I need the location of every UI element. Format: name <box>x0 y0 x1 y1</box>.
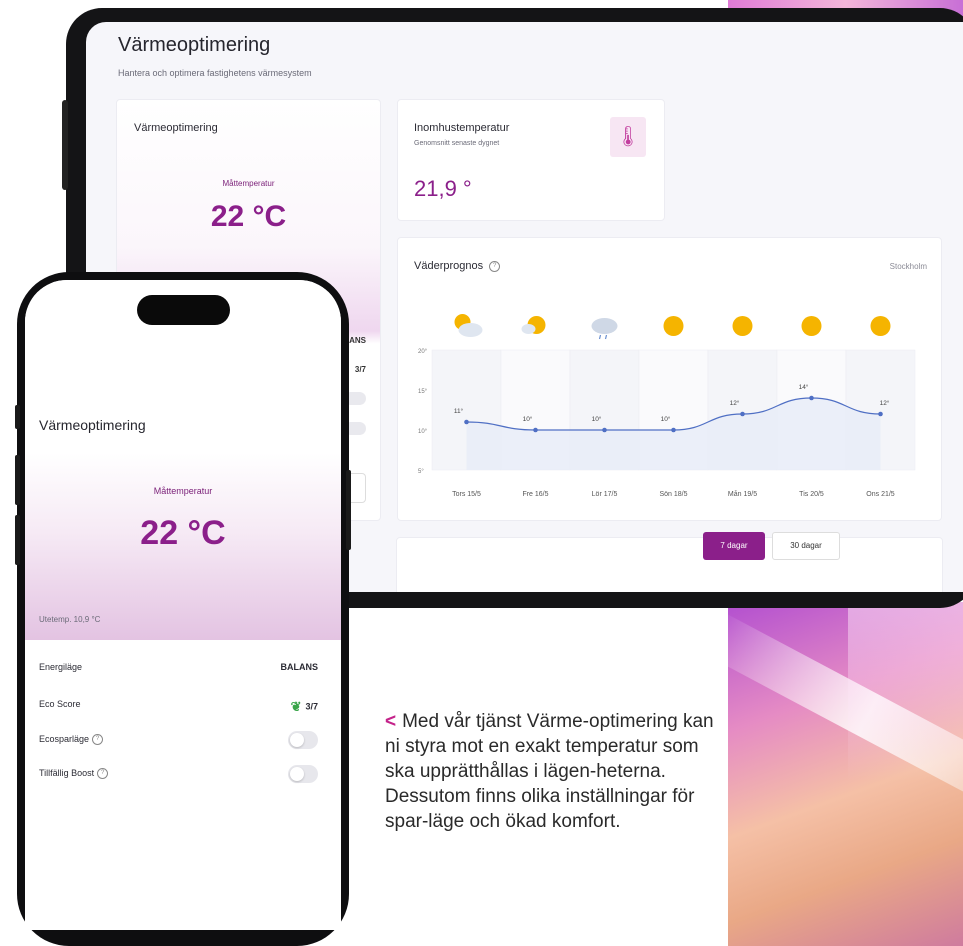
weather-chart: 20° 15° 10° 5° 11° Tors 15/5 10° Fre 16/5 10° Lör… <box>418 314 916 498</box>
help-icon[interactable]: ? <box>97 768 109 780</box>
eco-score-value: 3/7 <box>305 701 318 712</box>
caption-text: Med vår tjänst Värme-optimering kan ni s… <box>385 711 714 832</box>
dynamic-island <box>137 295 230 325</box>
row-label: Energiläge <box>39 662 83 672</box>
indoor-temperature-card: Inomhustemperatur Genomsnitt senaste dyg… <box>397 99 665 221</box>
sun-icon <box>732 316 753 336</box>
page-subtitle: Hantera och optimera fastighetens värmes… <box>118 68 312 78</box>
period-selector-bar <box>396 537 943 592</box>
data-point <box>740 411 745 417</box>
leaf-icon: ❦ <box>290 699 302 714</box>
x-tick-label: Lör 17/5 <box>592 491 618 498</box>
row-label: Tillfällig Boost <box>39 768 95 778</box>
weather-forecast-card: Väderprognos ? Stockholm 20° 15° 10° 5° 11° T… <box>397 237 942 521</box>
measure-temp-label: Måttemperatur <box>222 179 275 188</box>
sun-icon <box>801 316 822 336</box>
data-label: 11° <box>454 407 464 415</box>
x-tick-label: Fre 16/5 <box>522 491 548 498</box>
indoor-temp-value: 21,9 ° <box>414 176 472 201</box>
card-heading: Inomhustemperatur <box>414 122 510 134</box>
cloud-shape <box>521 324 536 334</box>
y-tick-label: 10° <box>418 429 428 435</box>
phone-action-button <box>15 405 20 429</box>
cloud-shape <box>458 323 483 337</box>
temporary-boost-row: Tillfällig Boost? <box>39 765 318 790</box>
phone-volume-up-button <box>15 455 20 505</box>
boost-toggle[interactable] <box>288 765 318 783</box>
data-label: 10° <box>592 415 602 423</box>
x-tick-label: Tors 15/5 <box>452 491 481 498</box>
rain-drop <box>598 334 602 340</box>
outdoor-temp-label: Utetemp. 10,9 °C <box>39 615 101 624</box>
data-label: 10° <box>523 415 533 423</box>
seven-days-button[interactable]: 7 dagar <box>703 532 765 560</box>
energy-mode-value: BALANS <box>280 662 319 672</box>
thirty-days-button[interactable]: 30 dagar <box>772 532 840 560</box>
eco-score-value-fragment: 3/7 <box>354 365 366 374</box>
data-point <box>533 427 538 433</box>
eco-save-toggle[interactable] <box>288 731 318 749</box>
row-label: Eco Score <box>39 699 81 709</box>
energy-mode-row: Energiläge BALANS <box>39 662 318 684</box>
phone-hero: Värmeoptimering Måttemperatur 22 °C Utet… <box>25 280 341 640</box>
data-point <box>464 419 469 425</box>
energy-mode-value-fragment: ANS <box>349 336 366 345</box>
card-heading: Värmeoptimering <box>134 122 218 134</box>
data-label: 12° <box>730 399 740 407</box>
sun-icon <box>663 316 684 336</box>
data-label: 14° <box>799 383 809 391</box>
eco-score-row: Eco Score ❦ 3/7 <box>39 699 318 721</box>
measure-temp-value: 22 °C <box>140 514 226 552</box>
page-title: Värmeoptimering <box>118 34 271 56</box>
caption: < Med vår tjänst Värme-optimering kan ni … <box>385 709 715 834</box>
measure-temp-label: Måttemperatur <box>153 486 213 496</box>
data-point <box>671 427 676 433</box>
phone-title: Värmeoptimering <box>39 417 146 433</box>
tablet-side-button <box>62 100 68 190</box>
help-icon[interactable]: ? <box>92 734 104 746</box>
eco-score-value-wrap: ❦ 3/7 <box>291 699 318 715</box>
data-point <box>602 427 607 433</box>
eco-save-row: Ecosparläge? <box>39 731 318 756</box>
phone-volume-down-button <box>15 515 20 565</box>
x-tick-label: Tis 20/5 <box>799 491 824 498</box>
data-point <box>878 411 883 417</box>
x-tick-label: Sön 18/5 <box>659 491 687 498</box>
y-tick-label: 20° <box>418 349 428 355</box>
sun-icon <box>870 316 891 336</box>
rain-drop <box>604 334 608 340</box>
phone-power-button <box>346 470 351 550</box>
data-point <box>809 395 814 401</box>
card-subheading: Genomsnitt senaste dygnet <box>414 140 500 147</box>
x-tick-label: Mån 19/5 <box>728 490 757 498</box>
y-tick-label: 5° <box>418 469 424 475</box>
data-label: 12° <box>880 399 890 407</box>
rain-cloud-icon <box>591 318 618 334</box>
thermometer-icon: 🌡 <box>610 117 646 157</box>
x-tick-label: Ons 21/5 <box>866 491 895 498</box>
data-label: 10° <box>661 415 671 423</box>
row-label: Ecosparläge <box>39 734 90 744</box>
phone-screen: Värmeoptimering Måttemperatur 22 °C Utet… <box>25 280 341 930</box>
chevron-left-icon: < <box>385 711 397 732</box>
y-tick-label: 15° <box>418 389 428 395</box>
measure-temp-value: 22 °C <box>210 200 287 233</box>
background-decoration-image <box>728 602 963 946</box>
